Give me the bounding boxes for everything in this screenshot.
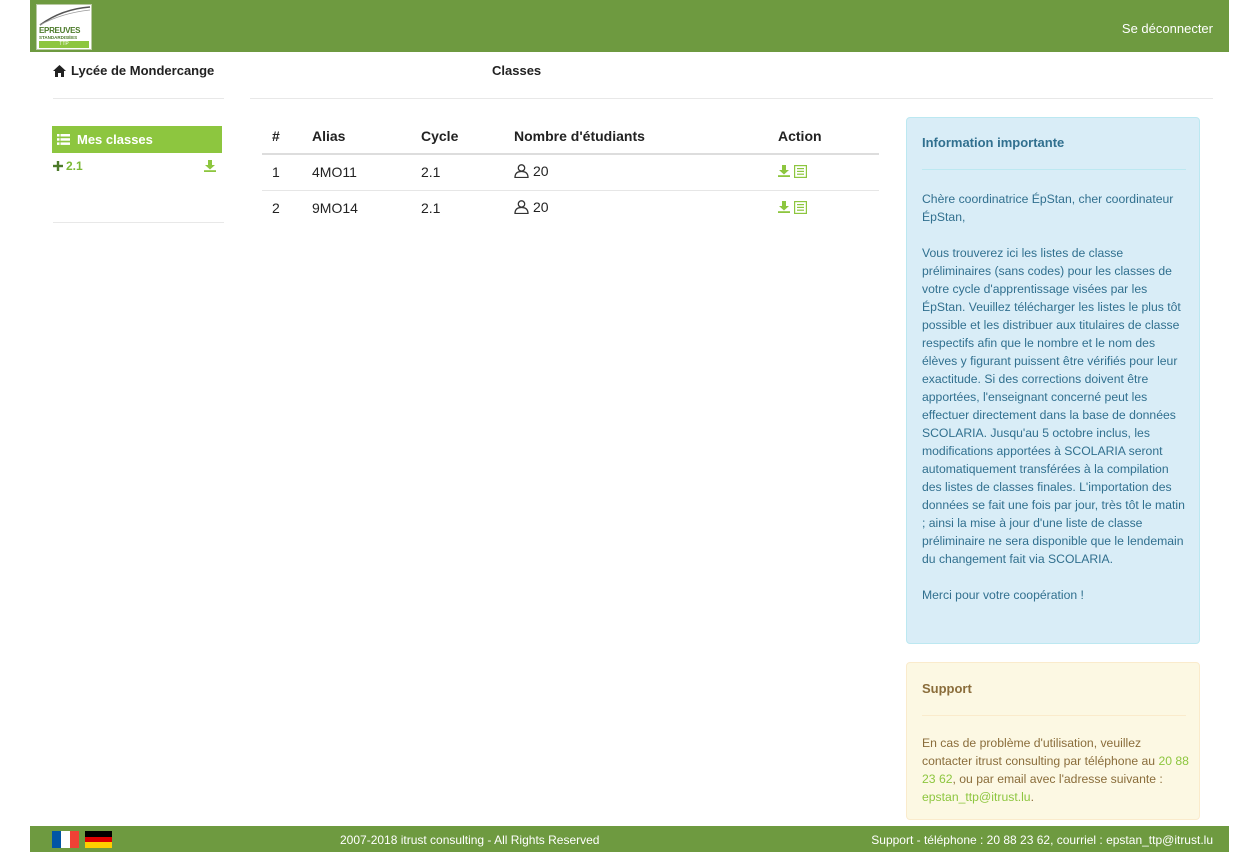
logo-text-main: EPREUVES xyxy=(39,26,81,35)
header-divider xyxy=(250,98,1213,99)
col-header-students: Nombre d'étudiants xyxy=(504,118,768,155)
row-actions xyxy=(768,190,879,226)
footer-support-contact: Support - téléphone : 20 88 23 62, courr… xyxy=(871,833,1213,847)
student-count: 20 xyxy=(533,199,549,216)
support-text-after: . xyxy=(1030,790,1034,804)
download-icon[interactable] xyxy=(778,165,790,178)
row-cycle: 2.1 xyxy=(411,154,504,191)
info-panel-divider xyxy=(922,169,1186,170)
table-row: 2 9MO14 2.1 20 xyxy=(262,190,879,226)
document-icon[interactable] xyxy=(794,164,807,178)
support-panel-body: En cas de problème d'utilisation, veuill… xyxy=(922,734,1190,806)
row-number: 2 xyxy=(272,200,280,217)
row-cycle: 2.1 xyxy=(421,200,441,217)
col-header-alias: Alias xyxy=(302,118,411,155)
row-actions xyxy=(768,154,879,191)
plus-icon xyxy=(53,161,63,171)
page-title: Classes xyxy=(492,63,542,78)
flag-de-icon[interactable] xyxy=(85,831,112,849)
logout-link[interactable]: Se déconnecter xyxy=(1122,21,1213,36)
user-icon xyxy=(514,164,529,179)
info-panel-body: Chère coordinatrice ÉpStan, cher coordin… xyxy=(922,190,1190,622)
logo-text-ttp: TTP xyxy=(39,41,89,48)
support-panel: Support En cas de problème d'utilisation… xyxy=(906,662,1200,820)
list-icon xyxy=(57,134,70,145)
info-paragraph-thanks: Merci pour votre coopération ! xyxy=(922,588,1084,602)
footer: 2007-2018 itrust consulting - All Rights… xyxy=(30,826,1229,852)
support-text-before: En cas de problème d'utilisation, veuill… xyxy=(922,736,1159,768)
support-text-middle: , ou par email avec l'adresse suivante : xyxy=(952,772,1163,786)
info-panel-title: Information importante xyxy=(922,135,1065,150)
support-panel-divider xyxy=(922,715,1186,716)
info-paragraph-greeting: Chère coordinatrice ÉpStan, cher coordin… xyxy=(922,192,1174,224)
logo-text-sub: STANDARDISÉES xyxy=(39,35,78,40)
row-students: 20 xyxy=(504,190,768,226)
info-paragraph-main: Vous trouverez ici les listes de classe … xyxy=(922,246,1185,566)
row-alias: 9MO14 xyxy=(312,200,358,217)
user-icon xyxy=(514,200,529,215)
sidebar-header-mes-classes[interactable]: Mes classes xyxy=(52,126,222,153)
logo-swoosh xyxy=(39,6,91,26)
col-header-action: Action xyxy=(768,118,879,155)
row-number: 1 xyxy=(262,154,302,191)
flag-fr-icon[interactable] xyxy=(52,831,79,848)
school-name: Lycée de Mondercange xyxy=(71,63,215,78)
support-email-link[interactable]: epstan_ttp@itrust.lu xyxy=(922,790,1031,804)
sidebar-item-2-1[interactable]: 2.1 xyxy=(53,158,216,174)
row-alias: 4MO11 xyxy=(302,154,411,191)
info-panel: Information importante Chère coordinatri… xyxy=(906,117,1200,644)
row-students: 20 xyxy=(504,154,768,191)
top-navbar: EPREUVES STANDARDISÉES TTP Se déconnecte… xyxy=(30,0,1229,52)
sidebar-header-label: Mes classes xyxy=(77,132,153,147)
footer-copyright: 2007-2018 itrust consulting - All Rights… xyxy=(340,833,600,847)
school-breadcrumb[interactable]: Lycée de Mondercange xyxy=(53,63,214,78)
student-count: 20 xyxy=(533,163,549,180)
table-row: 1 4MO11 2.1 20 xyxy=(262,154,879,191)
home-icon xyxy=(53,64,66,77)
sidebar-divider-bottom xyxy=(53,222,224,223)
sidebar-divider-top xyxy=(53,98,224,99)
download-icon[interactable] xyxy=(204,160,216,172)
support-panel-title: Support xyxy=(922,681,972,696)
sidebar-item-label: 2.1 xyxy=(66,159,83,173)
epstan-logo[interactable]: EPREUVES STANDARDISÉES TTP xyxy=(36,4,92,50)
download-icon[interactable] xyxy=(778,201,790,214)
document-icon[interactable] xyxy=(794,200,807,214)
table-header-row: # Alias Cycle Nombre d'étudiants Action xyxy=(262,118,879,155)
col-header-cycle: Cycle xyxy=(411,118,504,155)
classes-table: # Alias Cycle Nombre d'étudiants Action … xyxy=(262,118,879,226)
language-switcher xyxy=(52,831,112,849)
col-header-number: # xyxy=(262,118,302,155)
